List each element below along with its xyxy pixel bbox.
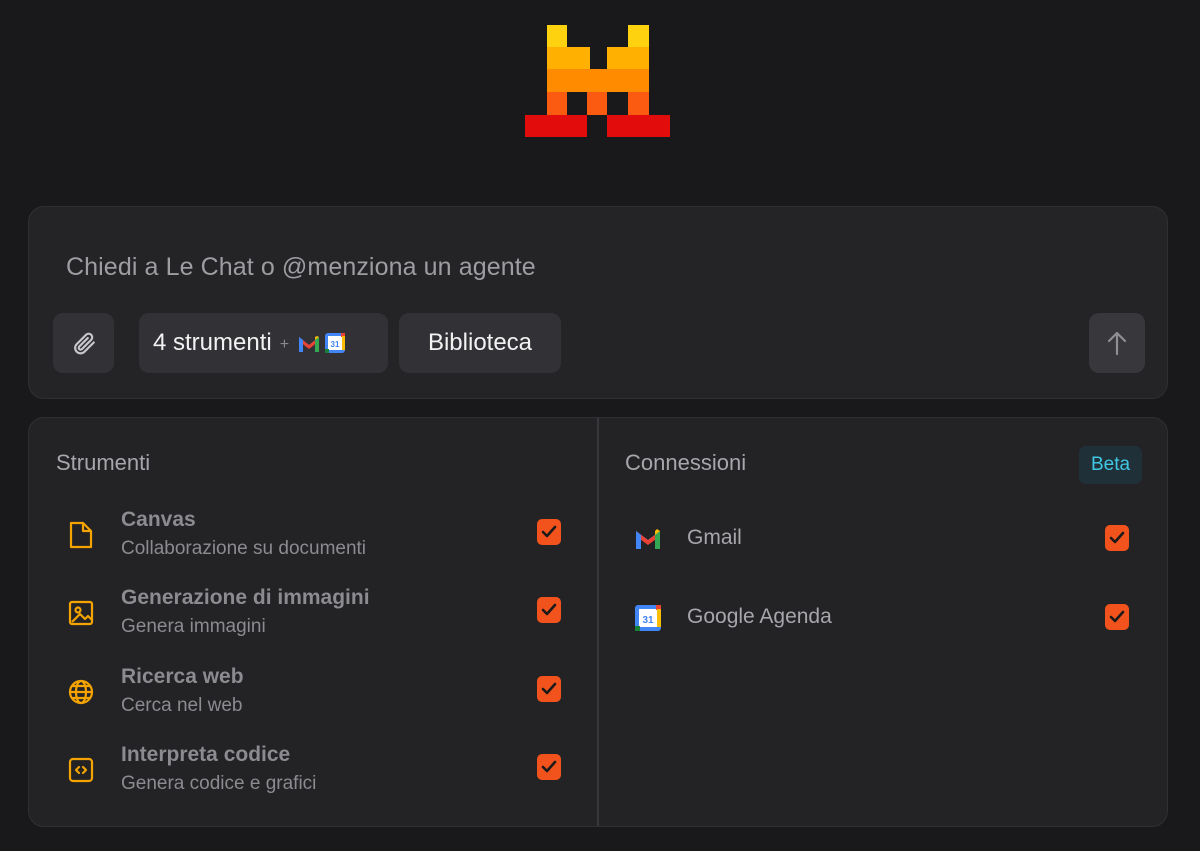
gmail-icon: [299, 336, 320, 352]
tools-button-label: 4 strumenti: [153, 329, 272, 356]
google-calendar-icon: 31: [635, 605, 661, 631]
library-button-label: Biblioteca: [427, 329, 533, 356]
connections-section-title: Connessioni: [625, 450, 747, 475]
tool-description: Genera immagini: [121, 616, 266, 637]
svg-text:31: 31: [642, 615, 654, 626]
chat-input[interactable]: Chiedi a Le Chat o @menziona un agente: [66, 253, 536, 282]
paperclip-icon: [73, 332, 95, 355]
chat-composer: Chiedi a Le Chat o @menziona un agente 4…: [28, 206, 1168, 399]
tool-name: Generazione di immagini: [121, 586, 370, 609]
mistral-logo: [525, 25, 670, 137]
connection-item-gmail[interactable]: Gmail: [599, 520, 1167, 560]
tool-name: Canvas: [121, 508, 196, 531]
tool-item-web-search[interactable]: Ricerca web Cerca nel web: [29, 665, 597, 735]
tool-item-image-generation[interactable]: Generazione di immagini Genera immagini: [29, 586, 597, 656]
tool-description: Collaborazione su documenti: [121, 538, 367, 559]
tools-button[interactable]: 4 strumenti + 31: [139, 313, 388, 373]
app-root: Chiedi a Le Chat o @menziona un agente 4…: [0, 0, 1200, 851]
google-calendar-icon: 31: [325, 333, 346, 353]
tool-checkbox[interactable]: [537, 754, 561, 780]
tool-checkbox[interactable]: [537, 597, 561, 623]
tool-description: Cerca nel web: [121, 695, 243, 716]
tools-section-title: Strumenti: [56, 450, 151, 475]
tool-description: Genera codice e grafici: [121, 773, 317, 794]
send-button[interactable]: [1089, 313, 1145, 373]
check-icon: [1109, 531, 1125, 544]
tool-checkbox[interactable]: [537, 519, 561, 545]
globe-icon: [68, 679, 94, 705]
code-icon: [68, 757, 94, 783]
beta-badge: Beta: [1079, 446, 1142, 484]
check-icon: [1109, 610, 1125, 623]
arrow-up-icon: [1107, 331, 1127, 356]
tool-checkbox[interactable]: [537, 676, 561, 702]
tool-item-canvas[interactable]: Canvas Collaborazione su documenti: [29, 508, 597, 578]
check-icon: [541, 525, 557, 538]
connection-checkbox[interactable]: [1105, 525, 1129, 551]
connection-name: Google Agenda: [687, 605, 832, 628]
tool-name: Interpreta codice: [121, 743, 291, 766]
image-icon: [68, 600, 94, 626]
svg-text:31: 31: [331, 340, 340, 349]
tools-plus: +: [279, 336, 290, 353]
document-icon: [69, 521, 93, 549]
attach-button[interactable]: [53, 313, 114, 373]
connection-name: Gmail: [687, 526, 742, 549]
tool-item-code-interpreter[interactable]: Interpreta codice Genera codice e grafic…: [29, 743, 597, 813]
connection-checkbox[interactable]: [1105, 604, 1129, 630]
library-button[interactable]: Biblioteca: [399, 313, 561, 373]
check-icon: [541, 603, 557, 616]
tools-panel: Strumenti Canvas Collaborazione su docum…: [28, 417, 1168, 827]
connection-item-google-calendar[interactable]: 31 Google Agenda: [599, 599, 1167, 639]
check-icon: [541, 760, 557, 773]
tool-name: Ricerca web: [121, 665, 244, 688]
gmail-icon: [636, 529, 660, 549]
check-icon: [541, 682, 557, 695]
